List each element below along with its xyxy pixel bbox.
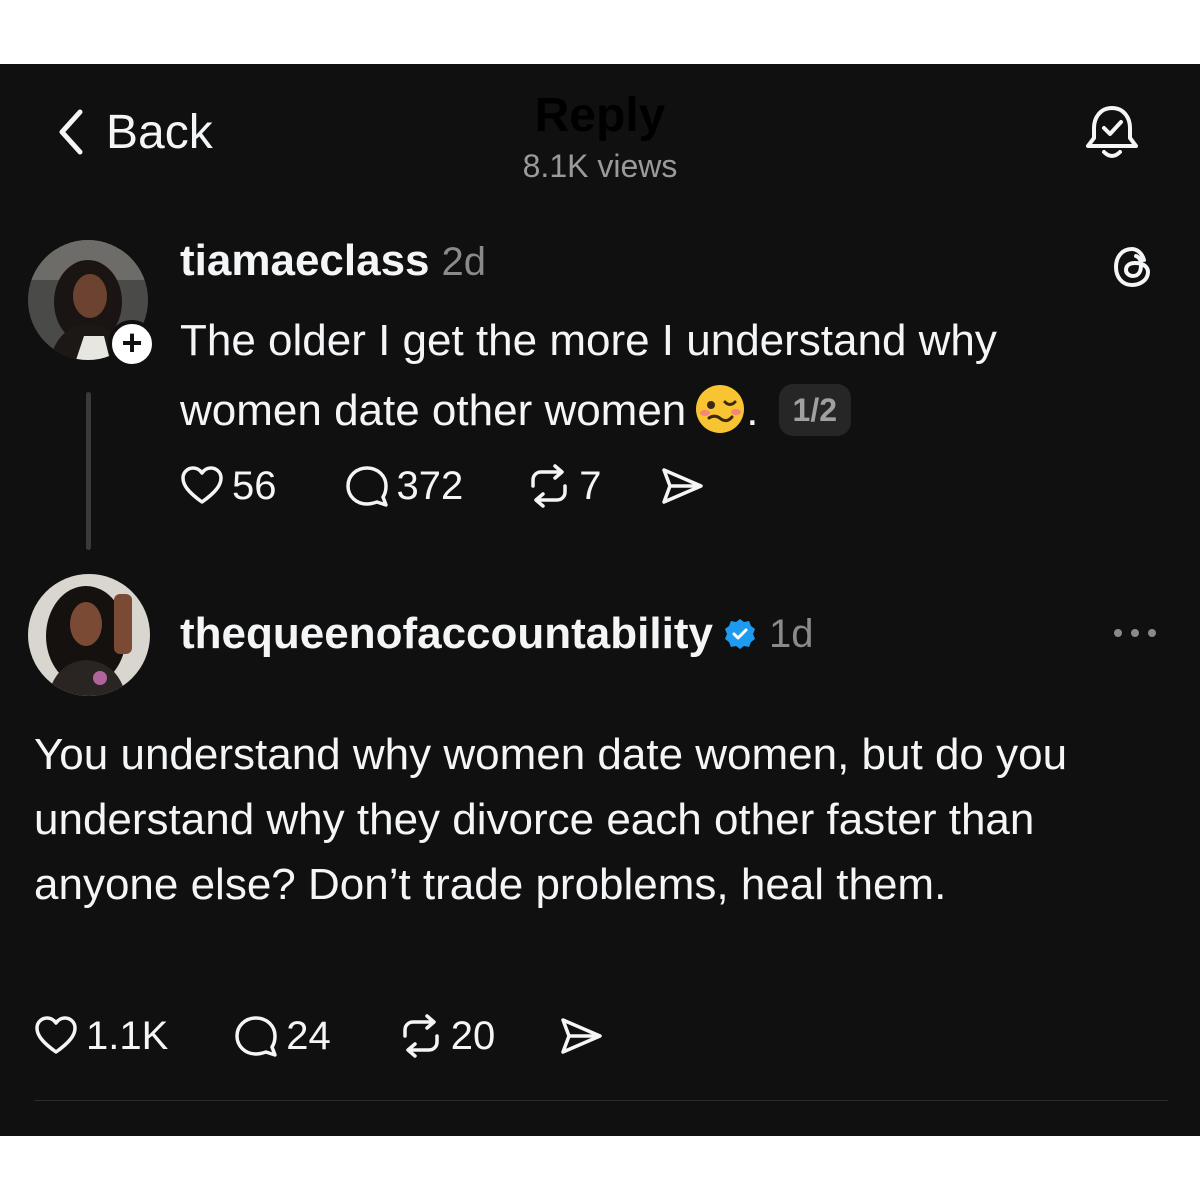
back-label: Back [106,105,213,159]
comment-icon [235,1016,278,1057]
reply-username[interactable]: thequeenofaccountability [180,609,713,659]
share-icon [661,468,703,504]
post-body: The older I get the more I understand wh… [180,316,997,435]
avatar-image [28,574,150,696]
post-actions: 56 372 7 [178,462,706,510]
repost-button[interactable]: 7 [525,462,602,510]
view-count: 8.1K views [522,148,678,184]
repost-icon [403,1014,439,1058]
reply-header: thequeenofaccountability 1d [180,604,813,664]
thread-line [86,392,91,550]
woozy-face-emoji [696,385,745,433]
like-button[interactable]: 1.1K [32,1012,168,1060]
share-button[interactable] [658,462,706,510]
comment-button[interactable]: 372 [343,462,464,510]
heart-icon [35,1016,77,1054]
share-button[interactable] [557,1012,605,1060]
reply-time: 1d [768,611,814,656]
repost-button[interactable]: 20 [397,1012,496,1060]
like-button[interactable]: 56 [178,462,277,510]
reply-actions: 1.1K 24 20 [32,1012,605,1060]
chevron-left-icon [59,109,83,155]
comment-count: 24 [286,1013,331,1058]
header-title-block: Reply 8.1K views [400,86,800,186]
heart-icon [181,466,223,504]
threads-logo-icon [1113,246,1151,288]
repost-count: 20 [450,1013,496,1058]
page-indicator-badge: 1/2 [778,384,851,436]
share-icon [561,1018,603,1054]
comment-button[interactable]: 24 [232,1012,331,1060]
screen [0,64,1200,1136]
divider [34,1100,1168,1101]
reply-text: You understand why women date women, but… [34,730,1068,909]
verified-icon [724,619,755,649]
avatar[interactable] [28,574,150,696]
like-count: 56 [232,463,277,508]
comment-icon [345,466,388,507]
repost-icon [531,464,567,508]
comment-count: 372 [396,463,464,508]
more-icon[interactable] [1110,618,1160,648]
back-button[interactable]: Back [52,102,213,162]
bell-check-icon[interactable] [1080,100,1144,164]
page-title: Reply [534,89,666,142]
post-text-suffix: . [746,386,759,435]
username[interactable]: tiamaeclass [180,236,430,286]
post-text: The older I get the more I understand wh… [180,306,1140,446]
like-count: 1.1K [86,1013,169,1058]
follow-plus-button[interactable]: + [108,320,156,368]
post-header: tiamaeclass 2d [180,236,486,292]
repost-count: 7 [579,463,602,508]
post-time: 2d [441,240,487,284]
